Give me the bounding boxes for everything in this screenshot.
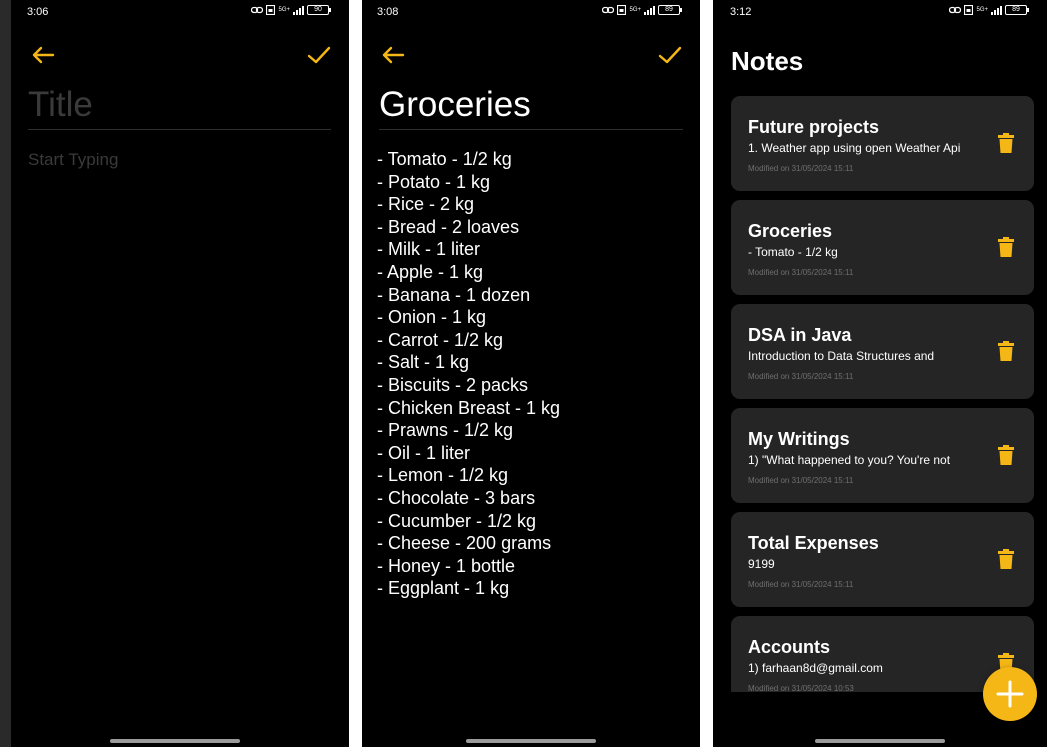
link-icon xyxy=(251,6,264,14)
link-icon xyxy=(602,6,615,14)
note-line: - Milk - 1 liter xyxy=(377,239,480,260)
sim-icon xyxy=(617,5,627,15)
note-card-modified: Modified on 31/05/2024 15:11 xyxy=(748,164,854,173)
plus-icon xyxy=(996,680,1024,708)
note-card-modified: Modified on 31/05/2024 15:11 xyxy=(748,476,854,485)
note-card-modified: Modified on 31/05/2024 10:53 xyxy=(748,684,854,692)
battery-icon: 89 xyxy=(1005,5,1029,15)
note-card[interactable]: My Writings 1) "What happened to you? You… xyxy=(731,408,1034,503)
home-indicator[interactable] xyxy=(815,739,945,743)
device-bezel xyxy=(0,0,11,747)
status-bar: 3:06 5G+ 90 xyxy=(0,0,349,26)
battery-icon: 90 xyxy=(307,5,331,15)
screen-notes-list: 3:12 5G+ 89 Notes Future projects 1. Weat… xyxy=(713,0,1047,747)
note-line: - Chicken Breast - 1 kg xyxy=(377,397,561,418)
signal-icon xyxy=(991,5,1002,15)
status-bar: 3:08 5G+ 89 xyxy=(362,0,700,26)
add-note-button[interactable] xyxy=(983,667,1037,721)
signal-icon xyxy=(644,5,655,15)
battery-icon: 89 xyxy=(658,5,682,15)
note-card-preview: - Tomato - 1/2 kg xyxy=(748,245,838,259)
status-icons: 5G+ 89 xyxy=(602,5,682,15)
note-line: - Cheese - 200 grams xyxy=(377,533,552,554)
home-indicator[interactable] xyxy=(466,739,596,743)
note-body[interactable]: - Tomato - 1/2 kg - Potato - 1 kg - Rice -… xyxy=(377,148,560,600)
note-card-title: My Writings xyxy=(748,429,850,449)
note-line: - Biscuits - 2 packs xyxy=(377,374,529,395)
save-check-icon[interactable] xyxy=(657,44,683,66)
body-input[interactable]: Start Typing xyxy=(28,150,118,170)
note-card-title: Future projects xyxy=(748,117,880,137)
note-card-title: Groceries xyxy=(748,221,833,241)
note-card[interactable]: DSA in Java Introduction to Data Structur… xyxy=(731,304,1034,399)
note-card-preview: 1. Weather app using open Weather Api xyxy=(748,141,961,155)
note-line: - Potato - 1 kg xyxy=(377,171,491,192)
delete-icon[interactable] xyxy=(998,341,1014,361)
note-line: - Cucumber - 1/2 kg xyxy=(377,510,537,531)
note-line: - Eggplant - 1 kg xyxy=(377,578,510,599)
note-card[interactable]: Future projects 1. Weather app using open… xyxy=(731,96,1034,191)
note-line: - Banana - 1 dozen xyxy=(377,284,531,305)
status-icons: 5G+ 90 xyxy=(251,5,331,15)
save-check-icon[interactable] xyxy=(306,44,332,66)
status-time: 3:12 xyxy=(730,6,752,18)
title-input[interactable]: Title xyxy=(28,86,331,130)
page-title: Notes xyxy=(731,46,804,76)
note-card[interactable]: Groceries - Tomato - 1/2 kg Modified on 31… xyxy=(731,200,1034,295)
sim-icon xyxy=(266,5,276,15)
network-type: 5G+ xyxy=(629,7,641,13)
note-card-preview: Introduction to Data Structures and xyxy=(748,349,935,363)
title-input[interactable]: Groceries xyxy=(379,86,683,130)
status-icons: 5G+ 89 xyxy=(949,5,1029,15)
note-card-title: DSA in Java xyxy=(748,325,852,345)
status-time: 3:06 xyxy=(27,6,49,18)
delete-icon[interactable] xyxy=(998,445,1014,465)
delete-icon[interactable] xyxy=(998,237,1014,257)
note-line: - Apple - 1 kg xyxy=(377,261,484,282)
note-card-preview: 1) "What happened to you? You're not xyxy=(748,453,951,467)
note-line: - Carrot - 1/2 kg xyxy=(377,329,504,350)
note-line: - Rice - 2 kg xyxy=(377,194,475,215)
home-indicator[interactable] xyxy=(109,739,240,743)
note-line: - Salt - 1 kg xyxy=(377,352,470,373)
note-card[interactable]: Total Expenses 9199 Modified on 31/05/2024… xyxy=(731,512,1034,607)
note-line: - Prawns - 1/2 kg xyxy=(377,420,514,441)
note-card-preview: 9199 xyxy=(748,557,775,571)
note-card-title: Accounts xyxy=(748,637,831,657)
screen-new-note: 3:06 5G+ 90 Title Start Typing xyxy=(0,0,349,747)
note-card-modified: Modified on 31/05/2024 15:11 xyxy=(748,372,854,381)
status-bar: 3:12 5G+ 89 xyxy=(713,0,1047,26)
delete-icon[interactable] xyxy=(998,133,1014,153)
note-line: - Lemon - 1/2 kg xyxy=(377,465,509,486)
screen-note-editor: 3:08 5G+ 89 Groceries - Tomato - 1/2 kg -… xyxy=(362,0,700,747)
back-arrow-icon[interactable] xyxy=(380,44,406,66)
note-line: - Bread - 2 loaves xyxy=(377,216,520,237)
back-arrow-icon[interactable] xyxy=(30,44,56,66)
status-time: 3:08 xyxy=(377,6,399,18)
notes-list[interactable]: Future projects 1. Weather app using open… xyxy=(731,96,1034,692)
note-line: - Chocolate - 3 bars xyxy=(377,487,536,508)
note-card-modified: Modified on 31/05/2024 15:11 xyxy=(748,580,854,589)
note-line: - Onion - 1 kg xyxy=(377,307,487,328)
sim-icon xyxy=(964,5,974,15)
signal-icon xyxy=(293,5,304,15)
note-line: - Tomato - 1/2 kg xyxy=(377,149,512,169)
network-type: 5G+ xyxy=(278,7,290,13)
note-card-preview: 1) farhaan8d@gmail.com xyxy=(748,661,883,675)
note-line: - Honey - 1 bottle xyxy=(377,555,516,576)
delete-icon[interactable] xyxy=(998,549,1014,569)
note-card-modified: Modified on 31/05/2024 15:11 xyxy=(748,268,854,277)
note-line: - Oil - 1 liter xyxy=(377,442,471,463)
note-card-title: Total Expenses xyxy=(748,533,879,553)
link-icon xyxy=(949,6,962,14)
network-type: 5G+ xyxy=(976,7,988,13)
